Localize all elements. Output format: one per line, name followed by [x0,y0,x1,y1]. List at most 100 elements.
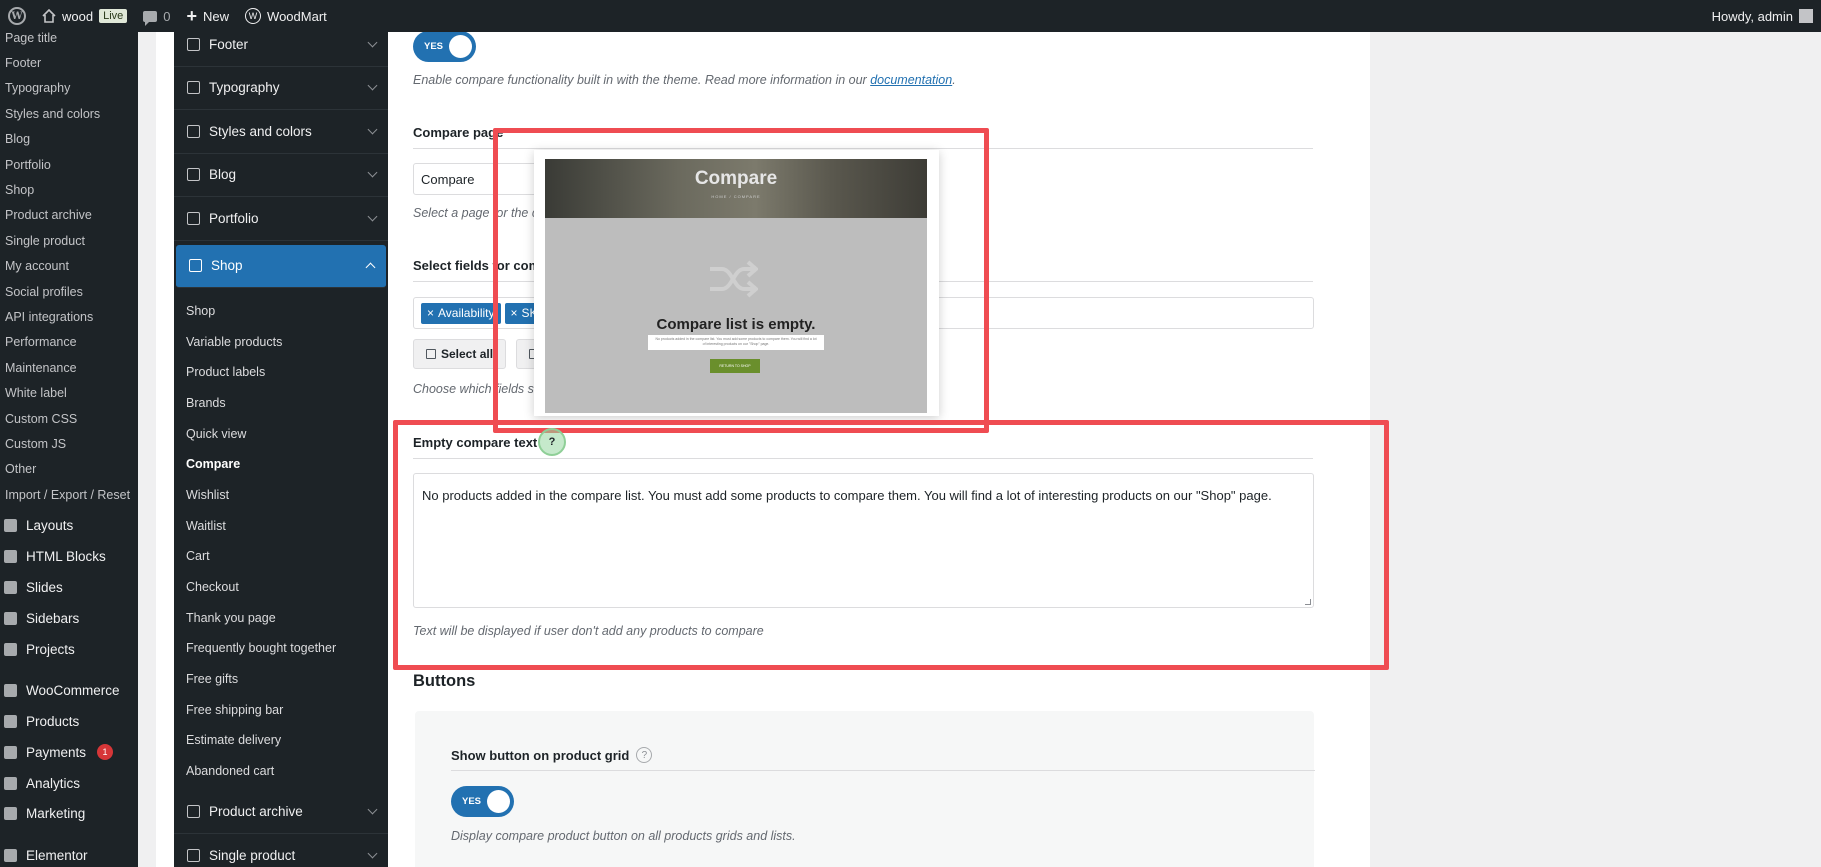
help-icon[interactable]: ? [636,747,653,763]
layouts-icon [4,519,17,533]
nav-subitem[interactable]: Brands [174,388,388,419]
nav-subitem[interactable]: Free shipping bar [174,694,388,725]
admin-menu-item[interactable]: Layouts [0,510,138,541]
admin-menu-item[interactable]: Payments 1 [0,737,138,768]
admin-submenu-item[interactable]: Typography [0,76,138,101]
nav-section-label: Shop [211,258,243,273]
empty-text-highlight-box [393,420,1389,670]
admin-submenu-item[interactable]: Performance [0,330,138,355]
payments-icon [4,745,17,759]
admin-submenu-item[interactable]: Page title [0,32,138,50]
admin-submenu-item[interactable]: White label [0,380,138,405]
admin-menu-item[interactable]: Sidebars [0,603,138,634]
admin-menu-item[interactable]: Slides [0,572,138,603]
admin-submenu-item[interactable]: My account [0,254,138,279]
enable-compare-description: Enable compare functionality built in wi… [413,73,956,87]
field-tag[interactable]: × Availability [421,302,501,324]
admin-menu-label: Elementor [26,848,88,864]
nav-section[interactable]: Blog [174,154,388,197]
comments-menu[interactable]: 0 [135,0,178,32]
single-product-icon [187,848,200,862]
nav-section[interactable]: Typography [174,67,388,110]
nav-subitem[interactable]: Checkout [174,572,388,603]
woodmart-label: WoodMart [267,8,327,24]
nav-section[interactable]: Single product [174,834,388,867]
nav-section[interactable]: Product archive [174,791,388,834]
preview-highlight-box [493,128,989,433]
cursor-highlight: ? [538,428,566,456]
woodmart-icon: W [245,8,262,24]
nav-subitem[interactable]: Variable products [174,326,388,357]
admin-submenu-item[interactable]: Product archive [0,203,138,228]
admin-submenu-item[interactable]: Social profiles [0,279,138,304]
admin-menu-label: Slides [26,579,63,595]
show-grid-toggle[interactable]: YES [451,786,514,817]
admin-menu-label: Projects [26,641,75,657]
admin-menu-item[interactable]: WooCommerce [0,675,138,706]
styles-icon [187,124,200,138]
nav-subitem[interactable]: Thank you page [174,602,388,633]
admin-submenu-item[interactable]: Styles and colors [0,101,138,126]
show-grid-row: Show button on product grid ? [451,747,653,763]
wordpress-logo-menu[interactable]: W [0,0,34,32]
admin-menu-label: Marketing [26,806,86,822]
documentation-link[interactable]: documentation [870,73,952,87]
admin-submenu-item[interactable]: Custom JS [0,431,138,456]
nav-subitem[interactable]: Frequently bought together [174,633,388,664]
nav-subitem[interactable]: Abandoned cart [174,756,388,787]
admin-menu-item[interactable]: Analytics [0,768,138,799]
nav-subitem[interactable]: Quick view [174,418,388,449]
enable-compare-toggle[interactable]: YES [413,32,476,62]
marketing-icon [4,807,17,821]
nav-section-label: Footer [209,36,249,52]
avatar [1799,9,1813,23]
sidebars-icon [4,611,17,625]
footer-icon [187,37,200,51]
nav-subitem[interactable]: Estimate delivery [174,725,388,756]
nav-section[interactable]: Portfolio [174,197,388,241]
new-label: New [203,8,230,24]
admin-menu-item[interactable]: Products [0,706,138,737]
divider [451,770,1315,771]
admin-menu-item[interactable]: Projects [0,634,138,665]
admin-bar: W wood Live 0 + New W WoodMart Howdy, ad… [0,0,1821,32]
woodmart-menu[interactable]: W WoodMart [237,0,335,32]
nav-section-shop[interactable]: Shop [176,244,386,288]
woocommerce-icon [4,684,17,698]
my-account-menu[interactable]: Howdy, admin [1712,9,1821,24]
admin-submenu-item[interactable]: Shop [0,177,138,202]
nav-section[interactable]: Styles and colors [174,110,388,154]
admin-submenu-item[interactable]: Import / Export / Reset [0,482,138,507]
nav-subitem[interactable]: Product labels [174,357,388,388]
admin-menu-item[interactable]: Marketing [0,799,138,830]
chevron-down-icon [367,167,378,178]
theme-settings-nav: Footer Typography Styles and colors Blog Por… [174,32,388,867]
nav-subitem[interactable]: Compare [174,449,388,480]
settings-panel-edge [156,32,174,867]
nav-subitem[interactable]: Wishlist [174,480,388,511]
admin-submenu-item[interactable]: Portfolio [0,152,138,177]
nav-subitem[interactable]: Cart [174,541,388,572]
admin-submenu-item[interactable]: Footer [0,50,138,75]
new-content-menu[interactable]: + New [179,0,238,32]
wordpress-icon: W [8,7,26,25]
notification-badge: 1 [97,744,114,761]
remove-tag-icon[interactable]: × [427,306,434,320]
nav-section-label: Blog [209,167,237,183]
site-name-menu[interactable]: wood Live [34,0,135,32]
admin-submenu-item[interactable]: Blog [0,127,138,152]
nav-section[interactable]: Footer [174,32,388,67]
admin-submenu-item[interactable]: Maintenance [0,355,138,380]
admin-menu-item[interactable]: Elementor [0,840,138,867]
shop-cart-icon [189,259,202,272]
nav-subitem[interactable]: Waitlist [174,510,388,541]
admin-submenu-item[interactable]: Custom CSS [0,406,138,431]
admin-submenu-item[interactable]: Single product [0,228,138,253]
nav-subitem[interactable]: Free gifts [174,664,388,695]
admin-menu-item[interactable]: HTML Blocks [0,541,138,572]
admin-submenu-item[interactable]: API integrations [0,304,138,329]
nav-subitem[interactable]: Shop [174,296,388,327]
admin-submenu-item[interactable]: Other [0,457,138,482]
toggle-knob [487,790,510,813]
compare-page-value: Compare [421,171,475,187]
